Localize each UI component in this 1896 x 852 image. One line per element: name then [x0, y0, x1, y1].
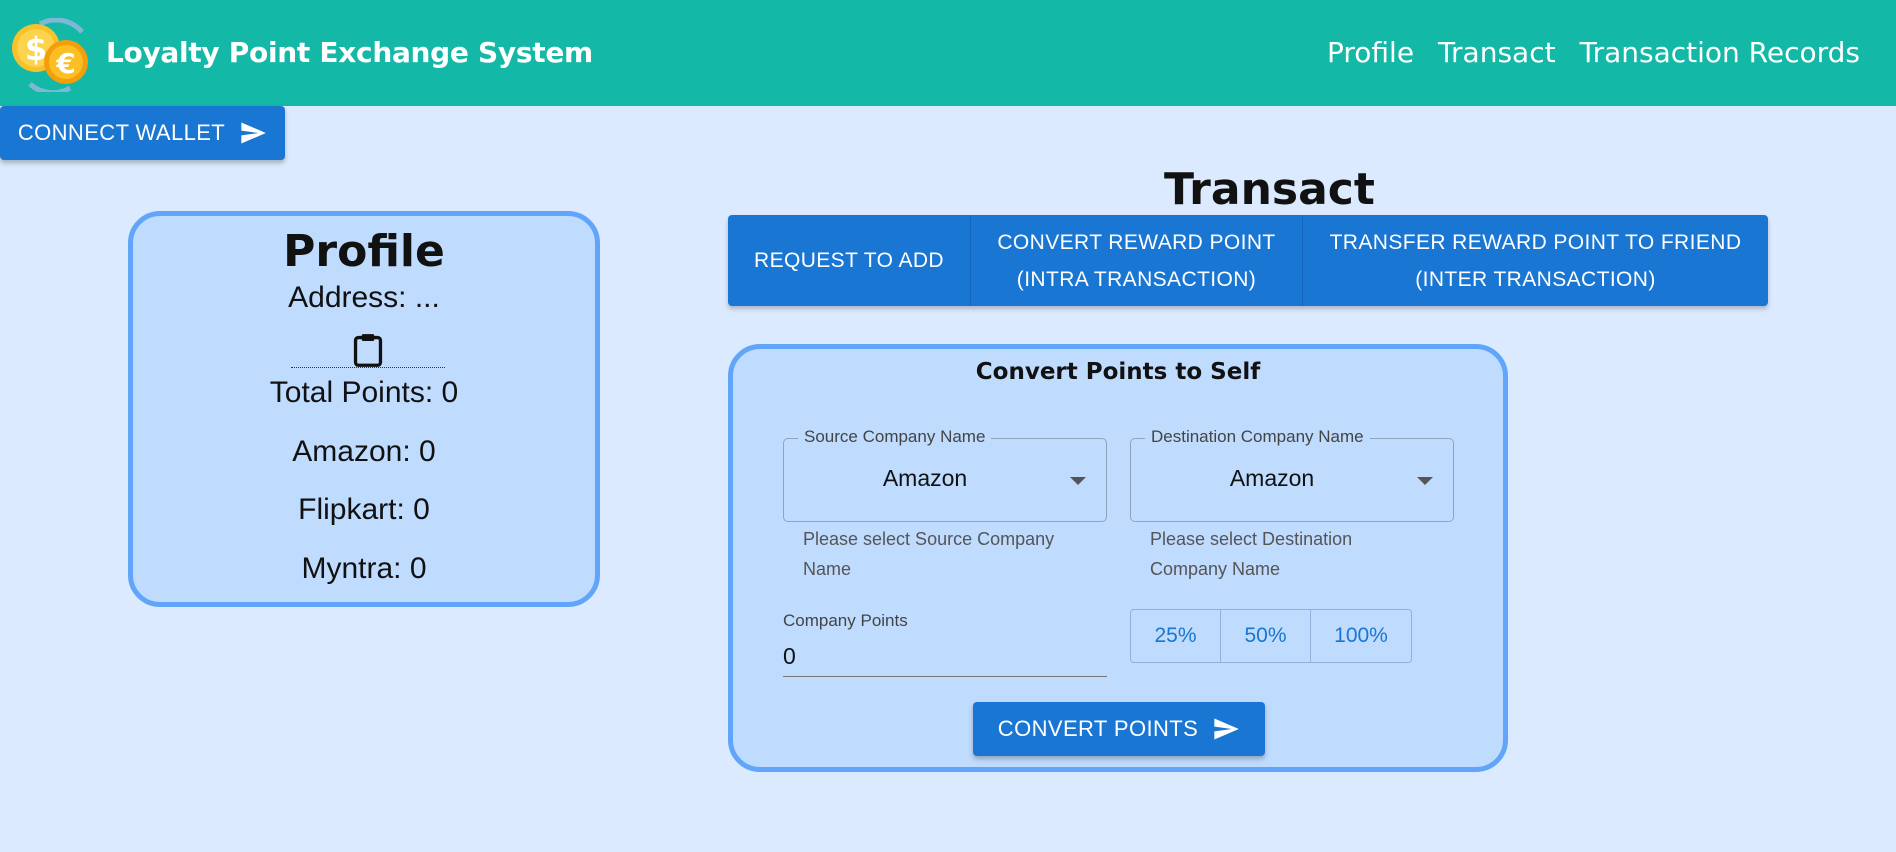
svg-text:$: $	[25, 30, 47, 68]
helper-line1: Please select Source Company	[803, 529, 1055, 549]
source-company-helper: Please select Source Company Name	[803, 524, 1093, 584]
source-company-select[interactable]: Source Company Name Amazon	[783, 427, 1107, 522]
tab-label-line1: CONVERT REWARD POINT	[997, 230, 1276, 254]
send-icon	[1214, 718, 1240, 740]
tab-label-line1: TRANSFER REWARD POINT TO FRIEND	[1329, 230, 1742, 254]
company-points-flipkart: Flipkart: 0	[298, 493, 430, 526]
source-company-label: Source Company Name	[798, 427, 992, 447]
convert-points-label: CONVERT POINTS	[997, 716, 1199, 741]
total-points: Total Points: 0	[269, 376, 459, 409]
tab-label: CONVERT REWARD POINT (INTRA TRANSACTION)	[997, 224, 1275, 298]
tab-label-line2: (INTRA TRANSACTION)	[1016, 267, 1257, 291]
tab-label: REQUEST TO ADD	[754, 249, 944, 272]
helper-line1: Please select Destination	[1150, 529, 1353, 549]
convert-points-button[interactable]: CONVERT POINTS	[973, 702, 1265, 756]
company-points-label: Company Points	[783, 611, 908, 630]
profile-card: Profile Address: ... Total Points: 0 Ama…	[128, 211, 600, 607]
destination-company-helper: Please select Destination Company Name	[1150, 524, 1440, 584]
profile-title: Profile	[283, 226, 445, 277]
percent-button-group: 25% 50% 100%	[1130, 609, 1412, 663]
app-header: $ € Loyalty Point Exchange System Profil…	[0, 0, 1896, 106]
copy-address-tooltip[interactable]	[291, 332, 445, 368]
profile-address: Address: ...	[288, 281, 440, 314]
tab-label-line2: (INTER TRANSACTION)	[1415, 267, 1656, 291]
svg-text:€: €	[55, 47, 75, 80]
percent-100-button[interactable]: 100%	[1310, 610, 1411, 662]
tab-label: TRANSFER REWARD POINT TO FRIEND (INTER T…	[1330, 224, 1742, 298]
company-points-amazon: Amazon: 0	[292, 435, 436, 468]
destination-company-select[interactable]: Destination Company Name Amazon	[1130, 427, 1454, 522]
convert-points-card: Convert Points to Self Source Company Na…	[728, 344, 1508, 772]
send-icon	[241, 122, 266, 144]
helper-line2: Company Name	[1150, 559, 1281, 579]
currency-coins-icon: $ €	[12, 18, 88, 92]
company-points-input[interactable]	[783, 637, 1107, 677]
transact-title: Transact	[1164, 164, 1375, 215]
tab-request-to-add[interactable]: REQUEST TO ADD	[728, 215, 970, 306]
percent-50-button[interactable]: 50%	[1220, 610, 1310, 662]
tab-convert-reward-point[interactable]: CONVERT REWARD POINT (INTRA TRANSACTION)	[970, 215, 1302, 306]
destination-company-value: Amazon	[1229, 465, 1315, 491]
nav-profile[interactable]: Profile	[1327, 36, 1414, 69]
clipboard-icon[interactable]	[351, 332, 385, 368]
chevron-down-icon[interactable]	[1417, 477, 1433, 485]
tab-transfer-reward-point[interactable]: TRANSFER REWARD POINT TO FRIEND (INTER T…	[1302, 215, 1768, 306]
company-points-myntra: Myntra: 0	[301, 552, 427, 585]
nav-transact[interactable]: Transact	[1438, 36, 1556, 69]
app-title: Loyalty Point Exchange System	[106, 36, 593, 69]
source-company-value: Amazon	[882, 465, 968, 491]
transaction-type-tabs: REQUEST TO ADD CONVERT REWARD POINT (INT…	[728, 215, 1768, 306]
nav-transaction-records[interactable]: Transaction Records	[1580, 36, 1860, 69]
chevron-down-icon[interactable]	[1070, 477, 1086, 485]
helper-line2: Name	[803, 559, 852, 579]
destination-company-label: Destination Company Name	[1145, 427, 1370, 447]
connect-wallet-label: CONNECT WALLET	[17, 120, 226, 145]
percent-25-button[interactable]: 25%	[1131, 610, 1220, 662]
convert-card-title: Convert Points to Self	[975, 359, 1261, 385]
main-nav: Profile Transact Transaction Records	[1327, 36, 1860, 69]
connect-wallet-button[interactable]: CONNECT WALLET	[0, 106, 285, 160]
